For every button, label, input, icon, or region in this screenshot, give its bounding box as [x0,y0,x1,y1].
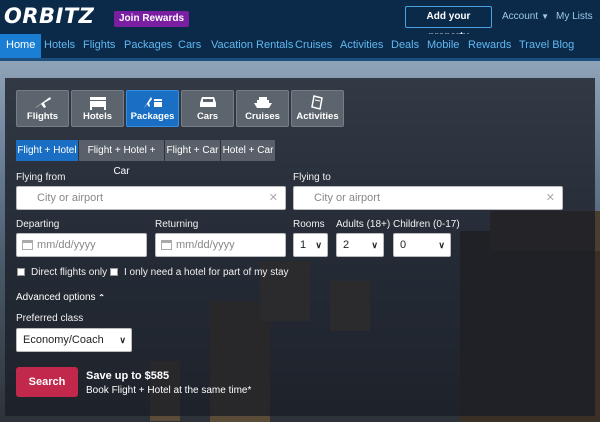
nav-packages[interactable]: Packages [124,34,172,58]
chevron-down-icon: ▼ [541,12,550,21]
ticket-icon [310,95,323,110]
orbitz-logo[interactable]: ORBITZ [4,4,94,28]
tab-flights[interactable]: Flights [16,90,69,127]
flying-from-input[interactable]: City or airport ✕ [16,186,286,210]
nav-home[interactable]: Home [0,34,42,58]
tab-label: Cruises [245,111,280,122]
tab-label: Packages [130,111,175,122]
children-label: Children (0-17) [393,219,460,230]
direct-flights-label: Direct flights only [31,267,108,278]
tab-label: Flights [26,111,59,122]
tab-label: Hotels [82,111,113,122]
calendar-icon [22,240,33,250]
chevron-down-icon: ∨ [371,240,378,250]
flying-to-placeholder: City or airport [314,192,381,204]
nav-mobile[interactable]: Mobile [427,34,459,58]
subtab-hotel-car[interactable]: Hotel + Car [221,140,275,161]
departing-date-input[interactable]: mm/dd/yyyy [16,233,147,257]
clear-icon[interactable]: ✕ [546,187,555,209]
my-lists-link[interactable]: My Lists [556,11,593,22]
returning-date-input[interactable]: mm/dd/yyyy [155,233,286,257]
top-header: ORBITZ Join Rewards Add your property Ac… [0,0,600,42]
tab-hotels[interactable]: Hotels [71,90,124,127]
children-select[interactable]: 0 ∨ [393,233,451,257]
direct-flights-checkbox[interactable] [17,268,25,276]
adults-value: 2 [343,239,350,251]
tab-activities[interactable]: Activities [291,90,344,127]
advanced-options-label: Advanced options [16,292,96,303]
ship-icon [253,97,272,108]
preferred-class-value: Economy/Coach [23,334,104,346]
nav-rewards[interactable]: Rewards [468,34,511,58]
returning-label: Returning [155,219,199,230]
savings-headline: Save up to $585 [86,370,170,382]
main-nav: Home Hotels Flights Packages Cars Vacati… [0,34,600,58]
car-icon [199,97,216,107]
subtab-flight-hotel[interactable]: Flight + Hotel [16,140,78,161]
tab-label: Cars [196,111,219,122]
advanced-options-toggle[interactable]: Advanced options ⌃ [16,292,105,303]
nav-activities[interactable]: Activities [340,34,383,58]
account-menu[interactable]: Account ▼ [502,11,549,22]
adults-label: Adults (18+) [336,219,391,230]
returning-placeholder: mm/dd/yyyy [176,239,235,251]
nav-deals[interactable]: Deals [391,34,419,58]
departing-placeholder: mm/dd/yyyy [37,239,96,251]
chevron-down-icon: ∨ [119,335,126,345]
flying-from-label: Flying from [16,172,66,183]
adults-select[interactable]: 2 ∨ [336,233,384,257]
tab-cruises[interactable]: Cruises [236,90,289,127]
bed-icon [89,97,106,110]
nav-vacation-rentals[interactable]: Vacation Rentals [211,34,293,58]
add-property-button[interactable]: Add your property [405,6,492,42]
flying-to-label: Flying to [293,172,331,183]
children-value: 0 [400,239,407,251]
nav-cars[interactable]: Cars [178,34,201,58]
partial-hotel-checkbox[interactable] [110,268,118,276]
chevron-down-icon: ∨ [438,240,445,250]
nav-divider [0,58,600,61]
tab-cars[interactable]: Cars [181,90,234,127]
account-label: Account [502,11,539,22]
preferred-class-select[interactable]: Economy/Coach ∨ [16,328,132,352]
preferred-class-label: Preferred class [16,313,84,324]
nav-hotels[interactable]: Hotels [44,34,75,58]
clear-icon[interactable]: ✕ [269,187,278,209]
nav-flights[interactable]: Flights [83,34,115,58]
rooms-select[interactable]: 1 ∨ [293,233,328,257]
rooms-label: Rooms [293,219,325,230]
search-button[interactable]: Search [16,367,78,397]
plane-icon [34,97,51,108]
nav-travel-blog[interactable]: Travel Blog [519,34,574,58]
subtab-flight-car[interactable]: Flight + Car [165,140,220,161]
tab-label: Activities [296,111,339,122]
plane-bed-icon [143,97,162,108]
flying-from-placeholder: City or airport [37,192,104,204]
savings-subtext: Book Flight + Hotel at the same time* [86,385,252,396]
tab-packages[interactable]: Packages [126,90,179,127]
nav-cruises[interactable]: Cruises [295,34,332,58]
chevron-up-icon: ⌃ [98,293,105,302]
rooms-value: 1 [300,239,307,251]
flying-to-input[interactable]: City or airport ✕ [293,186,563,210]
join-rewards-button[interactable]: Join Rewards [114,11,190,27]
subtab-flight-hotel-car[interactable]: Flight + Hotel + Car [79,140,164,177]
calendar-icon [161,240,172,250]
departing-label: Departing [16,219,60,230]
partial-hotel-label: I only need a hotel for part of my stay [124,267,289,278]
chevron-down-icon: ∨ [315,240,322,250]
